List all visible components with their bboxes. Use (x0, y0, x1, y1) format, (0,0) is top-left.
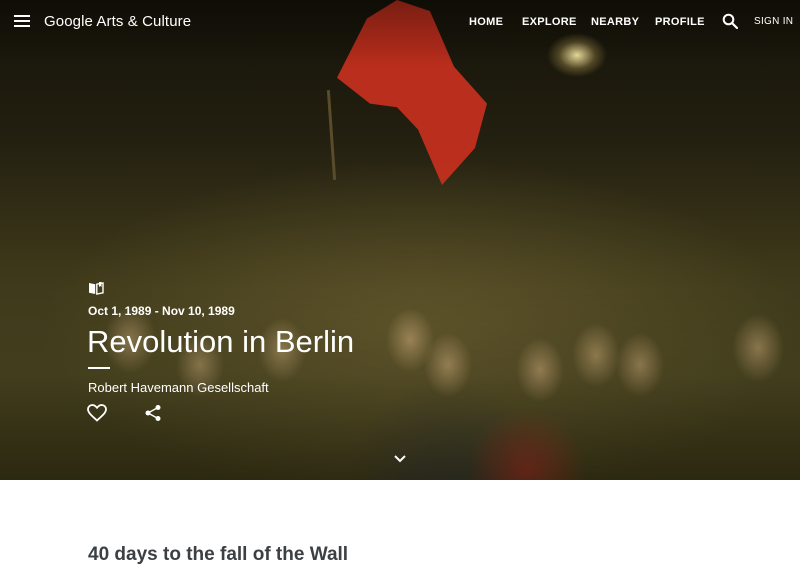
nav-profile[interactable]: PROFILE (655, 16, 705, 28)
nav-explore[interactable]: EXPLORE (522, 16, 577, 28)
menu-icon[interactable] (14, 14, 30, 28)
top-navigation: Google Arts & Culture HOME EXPLORE NEARB… (0, 0, 800, 44)
hero-image: Google Arts & Culture HOME EXPLORE NEARB… (0, 0, 800, 480)
nav-nearby[interactable]: NEARBY (591, 16, 639, 28)
book-icon (89, 282, 104, 295)
share-icon[interactable] (144, 404, 162, 422)
owner-link[interactable]: Robert Havemann Gesellschaft (88, 380, 269, 395)
search-icon[interactable] (722, 13, 738, 29)
heart-icon[interactable] (87, 404, 107, 422)
nav-home[interactable]: HOME (469, 16, 503, 28)
brand-logo[interactable]: Google Arts & Culture (44, 13, 191, 30)
sign-in-button[interactable]: SIGN IN (754, 16, 793, 27)
chevron-down-icon[interactable] (393, 454, 407, 464)
section-heading: 40 days to the fall of the Wall (88, 544, 349, 565)
page-title: Revolution in Berlin (87, 324, 355, 359)
title-divider (88, 367, 110, 369)
date-range: Oct 1, 1989 - Nov 10, 1989 (88, 304, 235, 318)
